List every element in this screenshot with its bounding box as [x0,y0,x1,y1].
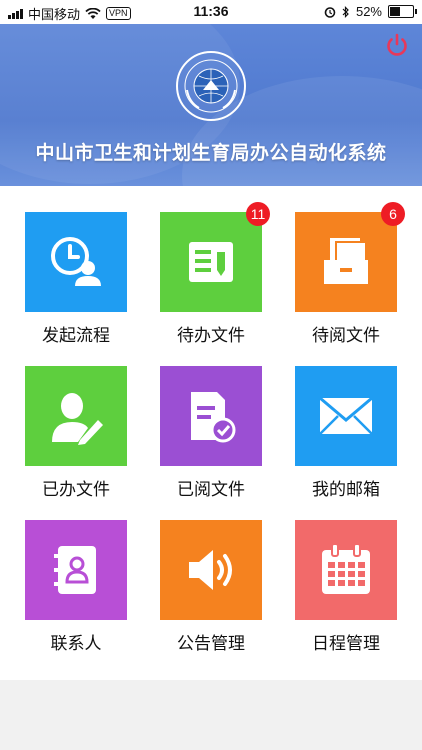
mail-icon [319,396,373,435]
tile-contacts-bg [25,520,127,620]
page-title: 中山市卫生和计划生育局办公自动化系统 [35,142,387,164]
header-banner: 中山市卫生和计划生育局办公自动化系统 [0,24,422,186]
bluetooth-icon [342,5,349,18]
tile-toread-files-bg [295,212,397,312]
status-bar: 中国移动 VPN 11:36 52% [0,0,422,24]
todo-count-badge: 11 [246,202,270,226]
bureau-logo [176,51,246,121]
battery-icon [388,5,417,18]
alarm-icon [324,6,336,18]
tile-announcements-bg [160,520,262,620]
tile-start-process-bg [25,212,127,312]
battery-percent: 52% [355,4,382,19]
tile-schedule[interactable]: 日程管理 [295,494,397,654]
tile-label: 日程管理 [312,634,380,654]
document-check-icon [191,392,236,443]
speaker-icon [189,550,232,590]
tile-todo-files-bg [160,212,262,312]
file-tray-icon [324,238,368,284]
tile-contacts[interactable]: 联系人 [25,494,127,654]
tile-label: 公告管理 [177,634,245,654]
power-icon[interactable] [384,32,410,58]
tile-read-files-bg [160,366,262,466]
tile-handled-files-bg [25,366,127,466]
tile-schedule-bg [295,520,397,620]
calendar-icon [322,543,370,594]
tile-announcements[interactable]: 公告管理 [160,494,262,654]
tile-start-process[interactable]: 发起流程 [25,186,127,346]
footer-band [0,680,422,750]
status-right: 52% [324,4,417,19]
tile-read-files[interactable]: 已阅文件 [160,340,262,500]
tile-my-mailbox[interactable]: 我的邮箱 [295,340,397,500]
user-pen-icon [52,393,103,445]
tile-toread-files[interactable]: 6 待阅文件 [295,186,405,346]
tile-my-mailbox-bg [295,366,397,466]
tile-todo-files[interactable]: 11 待办文件 [160,186,270,346]
tile-label: 联系人 [50,634,102,654]
document-edit-icon [189,242,233,282]
toread-count-badge: 6 [381,202,405,226]
contact-book-icon [54,546,96,594]
clock-person-icon [51,237,101,286]
tile-handled-files[interactable]: 已办文件 [25,340,127,500]
